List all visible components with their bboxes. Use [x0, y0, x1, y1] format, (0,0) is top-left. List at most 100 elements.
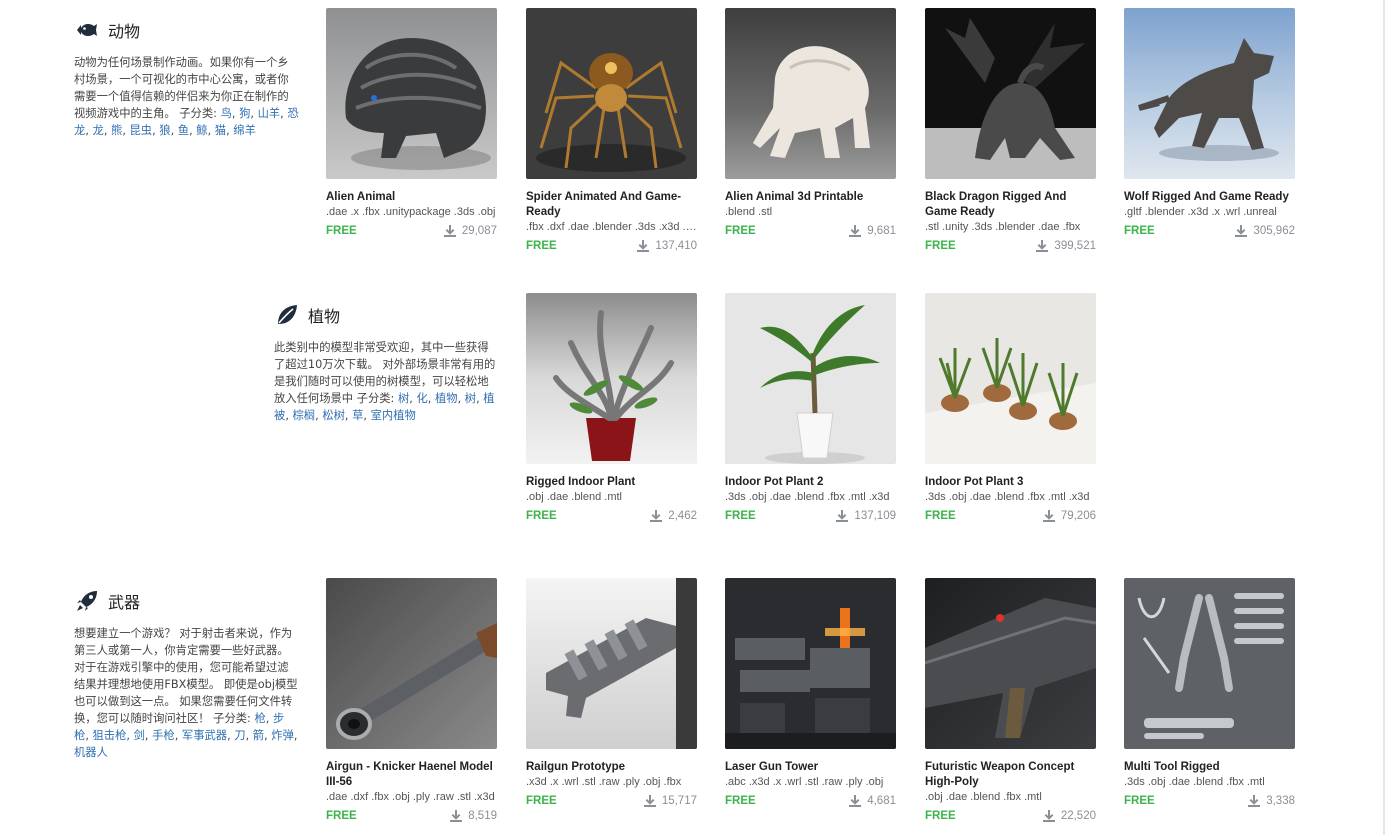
price-badge: FREE: [1124, 225, 1155, 237]
subcategory-link[interactable]: 军事武器: [182, 729, 227, 742]
model-thumbnail[interactable]: [925, 293, 1096, 464]
price-badge: FREE: [925, 240, 956, 252]
model-card[interactable]: Railgun Prototype .x3d .x .wrl .stl .raw…: [526, 578, 697, 807]
model-title[interactable]: Multi Tool Rigged: [1124, 760, 1295, 775]
download-icon: [1042, 810, 1055, 822]
model-card[interactable]: Futuristic Weapon Concept High-Poly .obj…: [925, 578, 1096, 822]
model-formats: .obj .dae .blend .mtl: [526, 491, 623, 503]
subcategory-link[interactable]: 绵羊: [233, 124, 256, 137]
subcategory-link[interactable]: 植物: [435, 392, 458, 405]
model-thumbnail[interactable]: [725, 293, 896, 464]
download-icon: [443, 225, 456, 237]
download-count: 137,410: [637, 240, 697, 252]
subcategory-link[interactable]: 剑: [134, 729, 145, 742]
model-card[interactable]: Wolf Rigged And Game Ready .gltf .blende…: [1124, 8, 1295, 237]
model-thumbnail[interactable]: [1124, 8, 1295, 179]
subcategory-link[interactable]: 狙击枪: [93, 729, 127, 742]
section-header: 植物: [274, 301, 499, 329]
model-thumbnail[interactable]: [526, 8, 697, 179]
model-thumbnail[interactable]: [725, 8, 896, 179]
model-thumbnail[interactable]: [1124, 578, 1295, 749]
model-title[interactable]: Alien Animal: [326, 190, 497, 205]
model-title[interactable]: Wolf Rigged And Game Ready: [1124, 190, 1295, 205]
section-info: 动物 动物为任何场景制作动画。如果你有一个乡村场景，一个可视化的市中心公寓，或者…: [74, 16, 299, 139]
subcategory-link[interactable]: 炸弹: [271, 729, 294, 742]
download-count: 9,681: [849, 225, 896, 237]
model-thumbnail[interactable]: [526, 578, 697, 749]
model-title[interactable]: Airgun - Knicker Haenel Model III-56: [326, 760, 497, 790]
download-icon: [1036, 240, 1049, 252]
download-count: 137,109: [836, 510, 896, 522]
model-meta: FREE 29,087: [326, 225, 497, 237]
model-thumbnail[interactable]: [925, 578, 1096, 749]
download-count: 4,681: [849, 795, 896, 807]
model-card[interactable]: Rigged Indoor Plant .obj .dae .blend .mt…: [526, 293, 697, 522]
model-card[interactable]: Multi Tool Rigged .3ds .obj .dae .blend …: [1124, 578, 1295, 807]
model-meta: FREE 8,519: [326, 810, 497, 822]
subcategory-link[interactable]: 枪: [254, 712, 265, 725]
subcategory-link[interactable]: 山羊: [258, 107, 281, 120]
price-badge: FREE: [925, 810, 956, 822]
subcategory-link[interactable]: 狼: [159, 124, 170, 137]
subcategory-link[interactable]: 手枪: [152, 729, 175, 742]
subcategory-link[interactable]: 箭: [253, 729, 264, 742]
download-count: 3,338: [1248, 795, 1295, 807]
model-title[interactable]: Railgun Prototype: [526, 760, 697, 775]
model-title[interactable]: Black Dragon Rigged And Game Ready: [925, 190, 1096, 220]
subcategory-link[interactable]: 松树: [322, 409, 345, 422]
download-count: 305,962: [1235, 225, 1295, 237]
section-info: 植物 此类别中的模型非常受欢迎，其中一些获得了超过10万次下载。 对外部场景非常…: [274, 301, 499, 424]
subcategory-link[interactable]: 昆虫: [130, 124, 153, 137]
leaf-icon: [274, 302, 300, 328]
model-card[interactable]: Laser Gun Tower .abc .x3d .x .wrl .stl .…: [725, 578, 896, 807]
model-title[interactable]: Futuristic Weapon Concept High-Poly: [925, 760, 1096, 790]
model-formats: .3ds .obj .dae .blend .fbx .mtl .x3d: [725, 491, 890, 503]
section-title: 植物: [308, 307, 341, 326]
subcategory-link[interactable]: 鲸: [196, 124, 207, 137]
model-thumbnail[interactable]: [326, 578, 497, 749]
model-title[interactable]: Indoor Pot Plant 3: [925, 475, 1096, 490]
subcategory-link[interactable]: 化: [416, 392, 427, 405]
price-badge: FREE: [925, 510, 956, 522]
rocket-icon: [74, 588, 100, 614]
price-badge: FREE: [526, 795, 557, 807]
model-formats: .x3d .x .wrl .stl .raw .ply .obj .fbx: [526, 776, 682, 788]
download-count: 15,717: [643, 795, 697, 807]
model-thumbnail[interactable]: [725, 578, 896, 749]
subcategory-link[interactable]: 猫: [215, 124, 226, 137]
model-card[interactable]: Spider Animated And Game-Ready .fbx .dxf…: [526, 8, 697, 252]
subcategory-link[interactable]: 室内植物: [371, 409, 416, 422]
model-thumbnail[interactable]: [925, 8, 1096, 179]
model-title[interactable]: Rigged Indoor Plant: [526, 475, 697, 490]
subcategory-link[interactable]: 刀: [234, 729, 245, 742]
model-thumbnail[interactable]: [526, 293, 697, 464]
model-title[interactable]: Spider Animated And Game-Ready: [526, 190, 697, 220]
model-formats: .fbx .dxf .dae .blender .3ds .x3d .obj: [526, 221, 697, 233]
model-card[interactable]: Alien Animal .dae .x .fbx .unitypackage …: [326, 8, 497, 237]
subcategory-link[interactable]: 鱼: [178, 124, 189, 137]
model-card[interactable]: Indoor Pot Plant 2 .3ds .obj .dae .blend…: [725, 293, 896, 522]
subcategory-link[interactable]: 树: [465, 392, 476, 405]
subcategory-link[interactable]: 龙: [93, 124, 104, 137]
price-badge: FREE: [526, 510, 557, 522]
subcategory-link[interactable]: 鸟: [221, 107, 232, 120]
subcategory-link[interactable]: 树: [398, 392, 409, 405]
subcategory-link[interactable]: 狗: [239, 107, 250, 120]
model-card[interactable]: Black Dragon Rigged And Game Ready .stl …: [925, 8, 1096, 252]
model-card[interactable]: Airgun - Knicker Haenel Model III-56 .da…: [326, 578, 497, 822]
subcategory-link[interactable]: 机器人: [74, 746, 108, 759]
price-badge: FREE: [725, 510, 756, 522]
model-thumbnail[interactable]: [326, 8, 497, 179]
model-title[interactable]: Alien Animal 3d Printable: [725, 190, 896, 205]
download-count: 79,206: [1042, 510, 1096, 522]
model-title[interactable]: Indoor Pot Plant 2: [725, 475, 896, 490]
model-meta: FREE 305,962: [1124, 225, 1295, 237]
price-badge: FREE: [526, 240, 557, 252]
subcategory-link[interactable]: 熊: [111, 124, 122, 137]
model-card[interactable]: Alien Animal 3d Printable .blend .stl FR…: [725, 8, 896, 237]
subcategory-link[interactable]: 棕榈: [293, 409, 316, 422]
subcategory-link[interactable]: 草: [352, 409, 363, 422]
price-badge: FREE: [725, 795, 756, 807]
model-card[interactable]: Indoor Pot Plant 3 .3ds .obj .dae .blend…: [925, 293, 1096, 522]
model-title[interactable]: Laser Gun Tower: [725, 760, 896, 775]
